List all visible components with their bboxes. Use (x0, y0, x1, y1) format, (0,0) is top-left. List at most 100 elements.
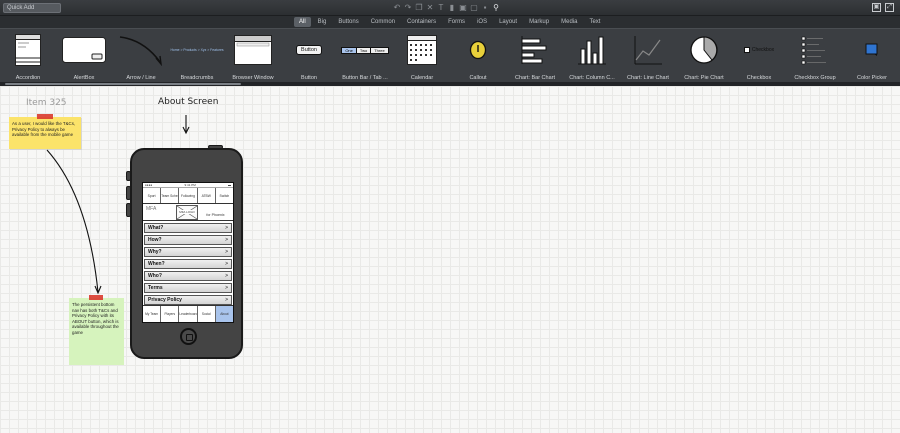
library-item-label: Accordion (15, 75, 41, 81)
bottom-tab-leaderboard[interactable]: Leaderboard (179, 306, 198, 322)
library-item-color-picker[interactable]: Color Picker (850, 31, 894, 81)
trash-icon[interactable]: ▮ (448, 2, 456, 13)
button-bar-thumbnail: One Two Three (340, 33, 390, 67)
library-item-accordion[interactable]: Accordion (4, 31, 52, 81)
tab-text[interactable]: Text (584, 17, 605, 27)
menu-item-label: When? (148, 260, 165, 267)
library-scrollbar-thumb[interactable] (5, 83, 241, 85)
checkbox-group-thumbnail (791, 33, 839, 67)
tab-media[interactable]: Media (556, 17, 582, 27)
library-item-button-bar[interactable]: One Two Three Button Bar / Tab ... (340, 31, 390, 81)
tab-buttons[interactable]: Buttons (333, 17, 363, 27)
checkbox-sample-label: Checkbox (751, 47, 775, 53)
duplicate-icon[interactable]: ❐ (415, 2, 423, 13)
line-chart-thumbnail (624, 33, 672, 67)
tab-common[interactable]: Common (366, 17, 400, 27)
library-item-button[interactable]: Button Button (286, 31, 332, 81)
tab-all[interactable]: All (294, 17, 311, 27)
column-chart-thumbnail (566, 33, 618, 67)
lock-icon[interactable]: ▪ (481, 2, 489, 13)
search-icon[interactable]: ⚲ (492, 2, 500, 13)
top-bar: Quick Add ↶ ↷ ❐ ✕ T ▮ ▣ ▢ ▪ ⚲ ▣ ⤢ (0, 0, 900, 16)
library-item-label: Chart: Bar Chart (514, 75, 556, 81)
library-item-bar-chart[interactable]: Chart: Bar Chart (511, 31, 559, 81)
menu-item-terms[interactable]: Terms > (144, 282, 232, 293)
library-item-checkbox[interactable]: Checkbox Checkbox (736, 31, 782, 81)
tab-forms[interactable]: Forms (443, 17, 470, 27)
library-item-callout[interactable]: Callout (455, 31, 501, 81)
nav-atbw[interactable]: ATBW (198, 188, 216, 203)
logo-text: MFA LOGO (178, 209, 196, 214)
chevron-right-icon: > (225, 248, 228, 255)
delete-icon[interactable]: ✕ (426, 2, 434, 13)
redo-icon[interactable]: ↷ (404, 2, 412, 13)
menu-item-what[interactable]: What? > (144, 222, 232, 233)
sticky-note-annotation[interactable]: The persistent bottom nav has both T&Cs … (69, 298, 124, 365)
breadcrumbs-sample: Home > Products > Xyz > Features (170, 48, 224, 52)
menu-item-label: Who? (148, 272, 162, 279)
library-item-label: Button (301, 75, 317, 81)
menu-item-how[interactable]: How? > (144, 234, 232, 245)
fullscreen-icon[interactable]: ⤢ (885, 3, 894, 12)
alertbox-thumbnail (60, 33, 108, 67)
iphone-mockup[interactable]: ●●●● 9:41 PM ▬ Sport Team Schedule Follo… (130, 148, 243, 359)
phone-screen: ●●●● 9:41 PM ▬ Sport Team Schedule Follo… (142, 182, 234, 323)
sticky-note-text: The persistent bottom nav has both T&Cs … (72, 302, 119, 335)
library-item-pie-chart[interactable]: Chart: Pie Chart (680, 31, 728, 81)
bottom-tab-players[interactable]: Players (161, 306, 180, 322)
nav-switch[interactable]: Switch (216, 188, 233, 203)
bottom-tab-social[interactable]: Social (198, 306, 216, 322)
button-thumbnail: Button (286, 33, 332, 67)
accordion-thumbnail (4, 33, 52, 67)
tab-containers[interactable]: Containers (402, 17, 441, 27)
nav-sport[interactable]: Sport (143, 188, 162, 203)
text-icon[interactable]: T (437, 2, 445, 13)
library-item-checkbox-group[interactable]: Checkbox Group (791, 31, 839, 81)
menu-item-privacy-policy[interactable]: Privacy Policy > (144, 294, 232, 305)
quick-add-input[interactable]: Quick Add (3, 3, 61, 13)
bottom-tab-about[interactable]: About (215, 306, 234, 322)
checkbox-thumbnail: Checkbox (736, 33, 782, 67)
tab-markup[interactable]: Markup (524, 17, 554, 27)
library-item-column-chart[interactable]: Chart: Column C... (566, 31, 618, 81)
mfa-label: MFA (146, 206, 157, 212)
group-icon[interactable]: ▣ (459, 2, 467, 13)
menu-item-why[interactable]: Why? > (144, 246, 232, 257)
signal-icon: ●●●● (145, 183, 153, 187)
arrow-line-thumbnail (116, 33, 166, 67)
tab-layout[interactable]: Layout (494, 17, 522, 27)
nav-following[interactable]: Following (179, 188, 198, 203)
category-tabs-bar: All Big Buttons Common Containers Forms … (0, 16, 900, 28)
tab-ios[interactable]: iOS (472, 17, 492, 27)
chevron-right-icon: > (225, 272, 228, 279)
sticky-tape-icon (89, 295, 103, 300)
library-item-calendar[interactable]: Calendar (398, 31, 446, 81)
menu-item-who[interactable]: Who? > (144, 270, 232, 281)
color-picker-thumbnail (850, 33, 894, 67)
chevron-right-icon: > (225, 260, 228, 267)
library-item-label: Color Picker (857, 75, 887, 81)
calendar-thumbnail (398, 33, 446, 67)
library-item-breadcrumbs[interactable]: Home > Products > Xyz > Features Breadcr… (170, 31, 224, 81)
undo-icon[interactable]: ↶ (393, 2, 401, 13)
nav-team-schedule[interactable]: Team Schedule (161, 188, 180, 203)
bottom-tab-bar: My Team Players Leaderboard Social About (143, 305, 234, 322)
tab-big[interactable]: Big (313, 17, 332, 27)
library-item-line-chart[interactable]: Chart: Line Chart (624, 31, 672, 81)
top-nav: Sport Team Schedule Following ATBW Switc… (143, 188, 233, 204)
menu-item-label: What? (148, 224, 164, 231)
menu-item-label: Terms (148, 284, 163, 291)
browser-window-thumbnail (229, 33, 277, 67)
export-icon[interactable]: ▣ (872, 3, 881, 12)
mockup-canvas[interactable]: Item 325 As a user, I would like the T&C… (0, 86, 900, 433)
library-item-browser-window[interactable]: Browser Window (229, 31, 277, 81)
window-controls: ▣ ⤢ (872, 3, 894, 12)
edit-toolbar: ↶ ↷ ❐ ✕ T ▮ ▣ ▢ ▪ ⚲ (393, 2, 500, 13)
pie-chart-thumbnail (680, 33, 728, 67)
library-item-alertbox[interactable]: AlertBox (60, 31, 108, 81)
library-item-arrow-line[interactable]: Arrow / Line (116, 31, 166, 81)
menu-item-when[interactable]: When? > (144, 258, 232, 269)
ungroup-icon[interactable]: ▢ (470, 2, 478, 13)
bottom-tab-my-team[interactable]: My Team (143, 306, 162, 322)
buttonbar-sample-one: One (342, 47, 357, 53)
